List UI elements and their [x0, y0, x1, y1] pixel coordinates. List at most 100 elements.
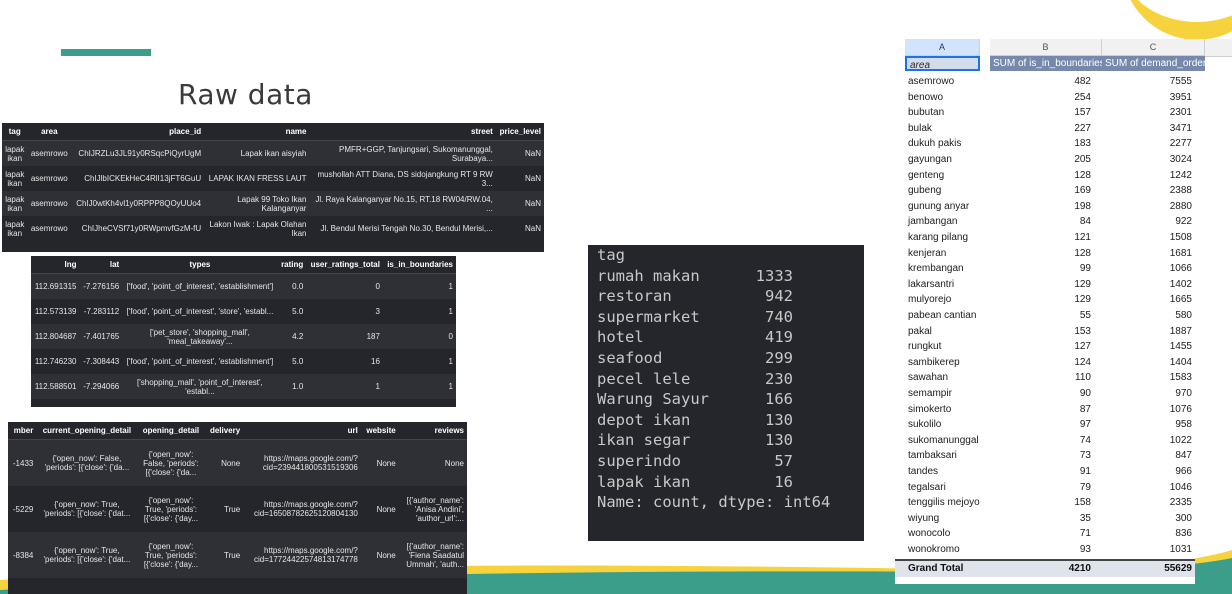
- value-count-number: 419: [765, 328, 793, 347]
- pivot-sum-demand: 2880: [1169, 200, 1192, 212]
- table-cell: 5.0: [292, 357, 304, 366]
- value-count-number: 130: [765, 431, 793, 450]
- column-header: opening_detail: [137, 422, 205, 440]
- value-count-row: hotel 419: [597, 327, 797, 347]
- table-cell: mushollah ATT Diana, DS sidojangkung RT …: [317, 169, 493, 188]
- pivot-sum-boundaries: 129: [1074, 294, 1091, 306]
- pivot-row[interactable]: pakal 153 1887: [895, 324, 1195, 340]
- table-row: lapak ikan asemrowo ChIJlbICKEkHeC4RlI13jF…: [2, 166, 544, 191]
- value-counts-header: tag: [597, 246, 625, 264]
- table-cell: https://maps.google.com/? cid=2394418005…: [243, 439, 361, 486]
- pivot-row[interactable]: gayungan 205 3024: [895, 152, 1195, 168]
- pivot-row[interactable]: tandes 91 966: [895, 464, 1195, 480]
- pivot-area: jambangan: [908, 216, 958, 228]
- pivot-row[interactable]: tenggilis mejoyo 158 2335: [895, 495, 1195, 511]
- pivot-row[interactable]: semampir 90 970: [895, 386, 1195, 402]
- title-accent-bar: [61, 49, 151, 56]
- pivot-row[interactable]: sukomanunggal 74 1022: [895, 433, 1195, 449]
- pivot-area: rungkut: [908, 341, 942, 353]
- pivot-header-sum[interactable]: SUM of is_in_boundaries: [990, 56, 1102, 71]
- table-cell: lapak ikan: [2, 140, 28, 166]
- pivot-row[interactable]: karang pilang 121 1508: [895, 230, 1195, 246]
- table-cell: 3: [375, 307, 380, 316]
- pivot-row[interactable]: rungkut 127 1455: [895, 339, 1195, 355]
- pivot-area: gubeng: [908, 185, 942, 197]
- value-count-row: superindo 57: [597, 451, 797, 471]
- pivot-row[interactable]: kenjeran 128 1681: [895, 246, 1195, 262]
- table-cell: ChIJheCVSf71y0RWpmvfGzM-fU: [81, 224, 202, 233]
- pivot-area: tenggilis mejoyo: [908, 497, 980, 509]
- table-cell: 4.2: [277, 324, 307, 349]
- pivot-row[interactable]: wonocolo 71 836: [895, 526, 1195, 542]
- pivot-row[interactable]: genteng 128 1242: [895, 168, 1195, 184]
- pivot-sum-demand: 1508: [1169, 232, 1192, 243]
- table-cell: [{'author_name': 'Fiena Saadatul Ummah',…: [398, 532, 467, 578]
- pivot-sum-boundaries: 84: [1079, 216, 1091, 228]
- pivot-sum-demand: 1402: [1169, 278, 1192, 290]
- table-cell: 0.0: [277, 273, 307, 299]
- pivot-sum-boundaries: 121: [1074, 232, 1091, 243]
- pivot-sum-boundaries: 74: [1079, 434, 1091, 446]
- table-row: lapak ikan asemrowo ChIJRZLu3JL91y0RSqcPiQ…: [2, 140, 544, 166]
- sheet-column-letter[interactable]: B: [990, 39, 1102, 56]
- pivot-row[interactable]: wiyung 35 300: [895, 511, 1195, 527]
- pivot-row[interactable]: sambikerep 124 1404: [895, 355, 1195, 371]
- pivot-row[interactable]: tegalsari 79 1046: [895, 480, 1195, 496]
- value-count-label: depot ikan: [597, 410, 691, 429]
- pivot-sum-demand: 1076: [1169, 403, 1192, 415]
- pivot-sum-demand: 3024: [1169, 154, 1192, 165]
- pivot-row[interactable]: jambangan 84 922: [895, 214, 1195, 230]
- pivot-row[interactable]: bulak 227 3471: [895, 121, 1195, 137]
- pivot-sum-demand: 1665: [1169, 294, 1192, 306]
- pivot-row[interactable]: simokerto 87 1076: [895, 402, 1195, 418]
- value-count-number: 166: [765, 390, 793, 409]
- column-header: lng: [31, 256, 80, 274]
- pivot-row[interactable]: wonokromo 93 1031: [895, 542, 1195, 558]
- table-cell: 1: [382, 374, 456, 399]
- pivot-row[interactable]: sawahan 110 1583: [895, 370, 1195, 386]
- value-count-row: pecel lele 230: [597, 369, 797, 389]
- pivot-sum-boundaries: 169: [1074, 185, 1091, 197]
- value-count-label: hotel: [597, 328, 644, 347]
- sheet-column-letter[interactable]: A: [905, 39, 980, 56]
- table-cell: asemrowo: [27, 140, 72, 166]
- dataframe-places: tag area place_id name street price_level lap…: [2, 123, 544, 252]
- pivot-sum-demand: 1583: [1169, 372, 1192, 384]
- pivot-row[interactable]: gubeng 169 2388: [895, 183, 1195, 199]
- dataframe-ratings: lng lat types rating user_ratings_total is_in…: [31, 256, 456, 407]
- pivot-area: gunung anyar: [908, 200, 970, 212]
- pivot-row[interactable]: sukolilo 97 958: [895, 417, 1195, 433]
- pivot-header-sum[interactable]: SUM of demand_order: [1102, 56, 1205, 71]
- table-cell: ChIJRZLu3JL91y0RSqcPiQyrUgM: [71, 140, 205, 166]
- pivot-row[interactable]: bubutan 157 2301: [895, 105, 1195, 121]
- pivot-header-area[interactable]: area: [905, 56, 980, 71]
- pivot-row[interactable]: asemrowo 482 7555: [895, 74, 1195, 90]
- value-count-row: lapak ikan 16: [597, 472, 797, 492]
- table-cell: {'open_now': True, 'periods': [{'close':…: [143, 495, 199, 523]
- table-row: 112.588501 -7.294066 ['shopping_mall', 'po…: [31, 374, 456, 399]
- value-count-row: supermarket 740: [597, 307, 797, 327]
- pivot-row[interactable]: krembangan 99 1066: [895, 261, 1195, 277]
- pivot-grand-total[interactable]: Grand Total 4210 55629: [895, 559, 1195, 577]
- pivot-row[interactable]: pabean cantian 55 580: [895, 308, 1195, 324]
- table-cell: None: [204, 439, 244, 486]
- table-cell: {'open_now': True, 'periods': [{'close':…: [36, 532, 138, 578]
- pivot-sum-boundaries: 124: [1074, 356, 1091, 368]
- pivot-spreadsheet[interactable]: A B Carea SUM of is_in_boundaries SUM of dem…: [895, 39, 1205, 584]
- value-count-row: Warung Sayur 166: [597, 389, 797, 409]
- pivot-row[interactable]: benowo 254 3951: [895, 90, 1195, 106]
- pivot-sum-demand: 2335: [1169, 497, 1192, 509]
- table-cell: {'open_now': True, 'periods': [{'close':…: [43, 500, 131, 518]
- table-cell: ['pet_store', 'shopping_mall', 'meal_tak…: [122, 324, 278, 349]
- pivot-row[interactable]: tambaksari 73 847: [895, 448, 1195, 464]
- pivot-row[interactable]: dukuh pakis 183 2277: [895, 136, 1195, 152]
- table-cell: 112.691315: [31, 273, 80, 299]
- pivot-row[interactable]: mulyorejo 129 1665: [895, 292, 1195, 308]
- pivot-sum-demand: 1046: [1169, 481, 1192, 493]
- pivot-row[interactable]: lakarsantri 129 1402: [895, 277, 1195, 293]
- value-count-label: seafood: [597, 349, 663, 367]
- pivot-area: asemrowo: [908, 76, 955, 87]
- value-count-row: depot ikan 130: [597, 410, 797, 430]
- pivot-row[interactable]: gunung anyar 198 2880: [895, 199, 1195, 215]
- sheet-column-letter[interactable]: C: [1102, 39, 1205, 56]
